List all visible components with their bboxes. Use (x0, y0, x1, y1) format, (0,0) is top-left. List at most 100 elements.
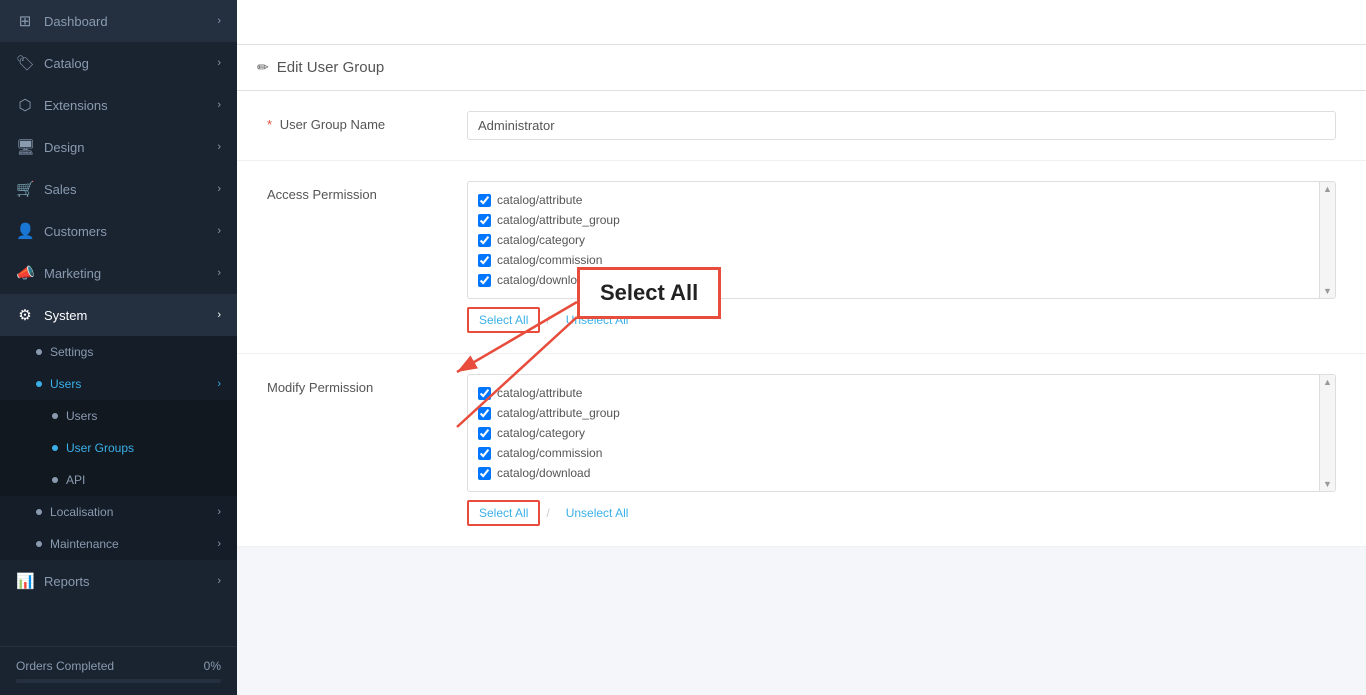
permission-label: catalog/download (497, 273, 590, 287)
chevron-right-icon: › (217, 99, 221, 111)
sidebar-item-design[interactable]: 🖥 Design › (0, 126, 237, 168)
permission-checkbox[interactable] (478, 467, 491, 480)
sidebar-item-extensions[interactable]: ⬡ Extensions › (0, 84, 237, 126)
chevron-right-icon: › (217, 538, 221, 550)
sidebar-sub-label: Settings (50, 345, 93, 359)
sidebar-sub-label: Users (66, 409, 97, 423)
chevron-right-icon: › (217, 225, 221, 237)
permission-label: catalog/commission (497, 253, 602, 267)
permission-checkbox[interactable] (478, 407, 491, 420)
required-star: * (267, 117, 272, 132)
sidebar-sub-label: Users (50, 377, 81, 391)
permission-item: catalog/commission (478, 250, 1325, 270)
permission-checkbox[interactable] (478, 234, 491, 247)
sidebar-item-sales[interactable]: 🛒 Sales › (0, 168, 237, 210)
permission-item: catalog/attribute (478, 190, 1325, 210)
orders-progress-bar-container (16, 679, 221, 683)
main-content: ✏ Edit User Group * User Group Name Acce… (237, 0, 1366, 695)
dot-icon (36, 349, 42, 355)
modify-permission-list: catalog/attribute catalog/attribute_group… (468, 375, 1335, 491)
access-select-all-button[interactable]: Select All (467, 307, 540, 333)
permission-label: catalog/attribute (497, 386, 582, 400)
page-header: ✏ Edit User Group (237, 45, 1366, 91)
permission-checkbox[interactable] (478, 447, 491, 460)
catalog-icon: 🏷 (16, 54, 34, 72)
sidebar-item-label: Sales (44, 182, 77, 197)
dashboard-icon: ⊞ (16, 12, 34, 30)
sidebar-item-label: Catalog (44, 56, 89, 71)
permission-item: catalog/download (478, 463, 1325, 483)
sidebar-sub-label: API (66, 473, 85, 487)
scroll-down-icon[interactable]: ▼ (1323, 479, 1332, 489)
design-icon: 🖥 (16, 138, 34, 156)
permission-label: catalog/commission (497, 446, 602, 460)
permission-checkbox[interactable] (478, 254, 491, 267)
separator: / (546, 506, 549, 520)
sidebar-item-api[interactable]: API (0, 464, 237, 496)
user-group-name-input[interactable] (467, 111, 1336, 140)
chevron-right-icon: › (217, 141, 221, 153)
permission-item: catalog/attribute (478, 383, 1325, 403)
sidebar-item-maintenance[interactable]: Maintenance › (0, 528, 237, 560)
sidebar-item-dashboard[interactable]: ⊞ Dashboard › (0, 0, 237, 42)
chevron-down-icon: › (217, 309, 221, 321)
system-icon: ⚙ (16, 306, 34, 324)
sidebar-item-label: Marketing (44, 266, 101, 281)
permission-label: catalog/attribute (497, 193, 582, 207)
modify-permission-container: catalog/attribute catalog/attribute_group… (467, 374, 1336, 526)
page-title: Edit User Group (277, 59, 385, 76)
scroll-up-icon[interactable]: ▲ (1323, 377, 1332, 387)
permission-checkbox[interactable] (478, 427, 491, 440)
topbar (237, 0, 1366, 45)
access-select-row: Select All / Unselect All (467, 307, 1336, 333)
sidebar-item-localisation[interactable]: Localisation › (0, 496, 237, 528)
sidebar-sub-label: Localisation (50, 505, 113, 519)
orders-widget: Orders Completed 0% (0, 646, 237, 695)
separator: / (546, 313, 549, 327)
permission-label: catalog/attribute_group (497, 406, 620, 420)
sidebar-item-label: Customers (44, 224, 107, 239)
chevron-right-icon: › (217, 183, 221, 195)
scroll-down-icon[interactable]: ▼ (1323, 286, 1332, 296)
chevron-right-icon: › (217, 57, 221, 69)
permission-item: catalog/category (478, 423, 1325, 443)
dot-icon (36, 381, 42, 387)
access-scrollbar: ▲ ▼ (1319, 182, 1335, 298)
sidebar-item-catalog[interactable]: 🏷 Catalog › (0, 42, 237, 84)
sidebar-sub-label: Maintenance (50, 537, 119, 551)
permission-label: catalog/category (497, 233, 585, 247)
modify-scrollbar: ▲ ▼ (1319, 375, 1335, 491)
permission-checkbox[interactable] (478, 387, 491, 400)
sidebar-item-customers[interactable]: 👤 Customers › (0, 210, 237, 252)
sidebar-item-reports[interactable]: 📊 Reports › (0, 560, 237, 602)
sidebar-item-users[interactable]: Users › (0, 368, 237, 400)
form-container: * User Group Name Access Permission cata… (237, 91, 1366, 547)
sidebar-item-users-users[interactable]: Users (0, 400, 237, 432)
sidebar-item-system[interactable]: ⚙ System › (0, 294, 237, 336)
modify-permission-row: Modify Permission catalog/attributecatal… (237, 354, 1366, 547)
sidebar-item-label: Design (44, 140, 84, 155)
sidebar-item-settings[interactable]: Settings (0, 336, 237, 368)
permission-checkbox[interactable] (478, 214, 491, 227)
modify-select-all-button[interactable]: Select All (467, 500, 540, 526)
chevron-right-icon: › (217, 506, 221, 518)
dot-icon (52, 413, 58, 419)
permission-checkbox[interactable] (478, 194, 491, 207)
dot-icon (52, 445, 58, 451)
chevron-right-icon: › (217, 15, 221, 27)
scroll-up-icon[interactable]: ▲ (1323, 184, 1332, 194)
permission-label: catalog/attribute_group (497, 213, 620, 227)
system-submenu: Settings Users › Users User Groups API L (0, 336, 237, 560)
access-unselect-all-button[interactable]: Unselect All (556, 309, 639, 331)
permission-item: catalog/attribute_group (478, 210, 1325, 230)
sidebar: ⊞ Dashboard › 🏷 Catalog › ⬡ Extensions ›… (0, 0, 237, 695)
sidebar-item-label: Dashboard (44, 14, 108, 29)
modify-unselect-all-button[interactable]: Unselect All (556, 502, 639, 524)
orders-percent: 0% (204, 659, 221, 673)
permission-checkbox[interactable] (478, 274, 491, 287)
sidebar-item-user-groups[interactable]: User Groups (0, 432, 237, 464)
sidebar-sub-label: User Groups (66, 441, 134, 455)
sidebar-item-marketing[interactable]: 📣 Marketing › (0, 252, 237, 294)
sidebar-item-label: Extensions (44, 98, 108, 113)
dot-icon (36, 541, 42, 547)
